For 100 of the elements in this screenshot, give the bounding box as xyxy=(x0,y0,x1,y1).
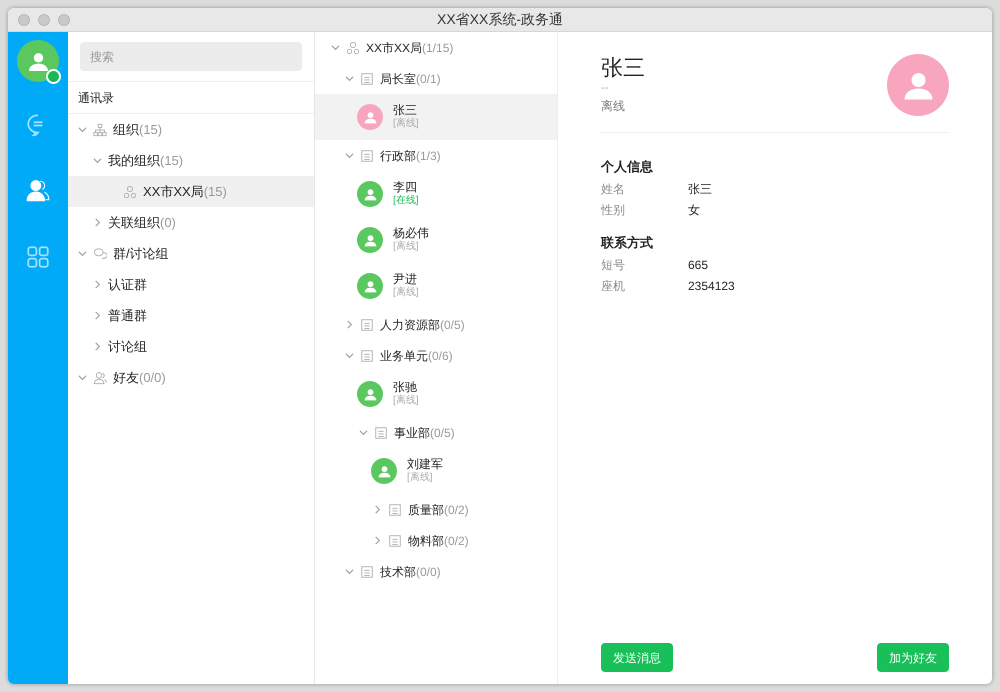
count-label: (0/0) xyxy=(139,368,166,387)
chevron-right-icon[interactable] xyxy=(93,218,102,227)
contact-name: 张驰 xyxy=(393,380,418,394)
tree-item[interactable]: 群/讨论组 xyxy=(68,238,314,269)
people-icon xyxy=(123,184,137,198)
tree-item[interactable]: XX市XX局(1/15) xyxy=(315,32,557,63)
field-value: 665 xyxy=(688,256,708,274)
person-silhouette-icon xyxy=(364,110,376,124)
chevron-right-icon[interactable] xyxy=(93,342,102,351)
contact-name: 李四 xyxy=(393,180,418,194)
tree-item[interactable]: 好友(0/0) xyxy=(68,362,314,393)
tree-item[interactable]: 物料部(0/2) xyxy=(315,525,557,556)
tree-item[interactable]: 普通群 xyxy=(68,300,314,331)
chevron-down-icon[interactable] xyxy=(359,428,368,437)
count-label: (0) xyxy=(160,214,176,232)
tree-item[interactable]: 组织(15) xyxy=(68,114,314,145)
chevron-down-icon[interactable] xyxy=(345,567,354,576)
chevron-right-icon[interactable] xyxy=(93,311,102,320)
count-label: (0/1) xyxy=(416,70,441,88)
field-label: 座机 xyxy=(601,278,626,294)
window-title: XX省XX系统-政务通 xyxy=(437,10,563,29)
tree-item[interactable]: 业务单元(0/6) xyxy=(315,340,557,371)
chevron-down-icon[interactable] xyxy=(78,373,87,382)
chevron-right-icon[interactable] xyxy=(373,536,382,545)
count-label: (0/2) xyxy=(444,532,469,550)
tree-item[interactable]: 认证群 xyxy=(68,269,314,300)
tree-label: 群/讨论组 xyxy=(113,244,169,263)
count-label: (0/6) xyxy=(428,348,453,364)
tree-label: 普通群 xyxy=(108,306,147,325)
tree-label: 业务单元 xyxy=(380,348,428,364)
contact-row[interactable]: 刘建军 [离线] xyxy=(315,448,557,494)
window-control[interactable] xyxy=(58,14,70,26)
status-text: 离线 xyxy=(601,98,626,116)
document-icon xyxy=(374,426,388,440)
chat-bubbles-icon xyxy=(93,246,107,260)
tree-item[interactable]: 人力资源部(0/5) xyxy=(315,309,557,340)
contact-status: [离线] xyxy=(393,287,419,300)
section-heading: 联系方式 xyxy=(601,234,654,252)
count-label: (0/5) xyxy=(440,316,465,334)
person-silhouette-icon xyxy=(364,280,376,292)
tree-item[interactable]: 行政部(1/3) xyxy=(315,140,557,171)
chevron-down-icon[interactable] xyxy=(78,125,87,134)
field-label: 姓名 xyxy=(601,181,626,198)
contact-row[interactable]: 李四 [在线] xyxy=(315,171,557,217)
tree-item[interactable]: 局长室(0/1) xyxy=(315,63,557,94)
chevron-down-icon[interactable] xyxy=(345,74,354,83)
contact-row[interactable]: 张驰 [离线] xyxy=(315,371,557,417)
chevron-right-icon[interactable] xyxy=(345,320,354,329)
contact-row[interactable]: 尹进 [离线] xyxy=(315,263,557,309)
apps-grid-icon xyxy=(25,244,51,270)
tree-label: 技术部 xyxy=(380,564,416,580)
window-control[interactable] xyxy=(38,14,50,26)
tree-label: 物料部 xyxy=(408,532,444,550)
subtitle-text: -- xyxy=(601,82,610,96)
tree-label: 行政部 xyxy=(380,148,416,164)
contact-row[interactable]: 张三 [离线] xyxy=(315,94,557,140)
contact-status: [离线] xyxy=(393,118,419,131)
chevron-right-icon[interactable] xyxy=(93,280,102,289)
section-heading: 个人信息 xyxy=(601,158,654,176)
field-label: 性别 xyxy=(601,202,626,219)
tree-item[interactable]: XX市XX局(15) xyxy=(68,176,314,207)
tree-label: 人力资源部 xyxy=(380,316,440,334)
chevron-down-icon[interactable] xyxy=(93,156,102,165)
contact-name: 尹进 xyxy=(393,272,418,286)
person-icon xyxy=(93,370,107,384)
contact-status: [离线] xyxy=(393,241,420,254)
contact-name: 刘建军 xyxy=(407,457,443,472)
count-label: (1/15) xyxy=(422,40,454,56)
tree-item[interactable]: 我的组织(15) xyxy=(68,145,314,176)
document-icon xyxy=(388,502,402,516)
tree-item[interactable]: 技术部(0/0) xyxy=(315,556,557,587)
chevron-down-icon[interactable] xyxy=(345,351,354,360)
chevron-down-icon[interactable] xyxy=(78,249,87,258)
tree-item[interactable]: 关联组织(0) xyxy=(68,207,314,238)
count-label: (15) xyxy=(139,120,162,139)
tree-item[interactable]: 讨论组 xyxy=(68,331,314,362)
person-silhouette-icon xyxy=(28,50,48,72)
tree-label: 好友 xyxy=(113,368,139,387)
tree-label: 关联组织 xyxy=(108,214,160,232)
contact-status: [在线] xyxy=(393,195,419,208)
section-title: 通讯录 xyxy=(78,90,114,106)
document-icon xyxy=(360,318,374,332)
search-field[interactable]: 搜索 xyxy=(80,42,302,71)
contact-row[interactable]: 杨必伟 [离线] xyxy=(315,217,557,263)
tree-item[interactable]: 质量部(0/2) xyxy=(315,494,557,525)
field-label: 短号 xyxy=(601,256,626,274)
person-silhouette-icon xyxy=(364,188,376,200)
document-icon xyxy=(360,148,374,162)
hierarchy-icon xyxy=(93,122,107,136)
field-value: 张三 xyxy=(688,181,712,198)
window-control[interactable] xyxy=(18,14,30,26)
field-value: 女 xyxy=(688,202,700,219)
tree-label: 组织 xyxy=(113,120,139,139)
chevron-down-icon[interactable] xyxy=(345,151,354,160)
chevron-down-icon[interactable] xyxy=(331,43,340,52)
tree-item[interactable]: 事业部(0/5) xyxy=(315,417,557,448)
chevron-right-icon[interactable] xyxy=(373,505,382,514)
contact-status: [离线] xyxy=(393,395,419,408)
document-icon xyxy=(360,348,374,362)
tree-label: XX市XX局 xyxy=(366,40,422,56)
